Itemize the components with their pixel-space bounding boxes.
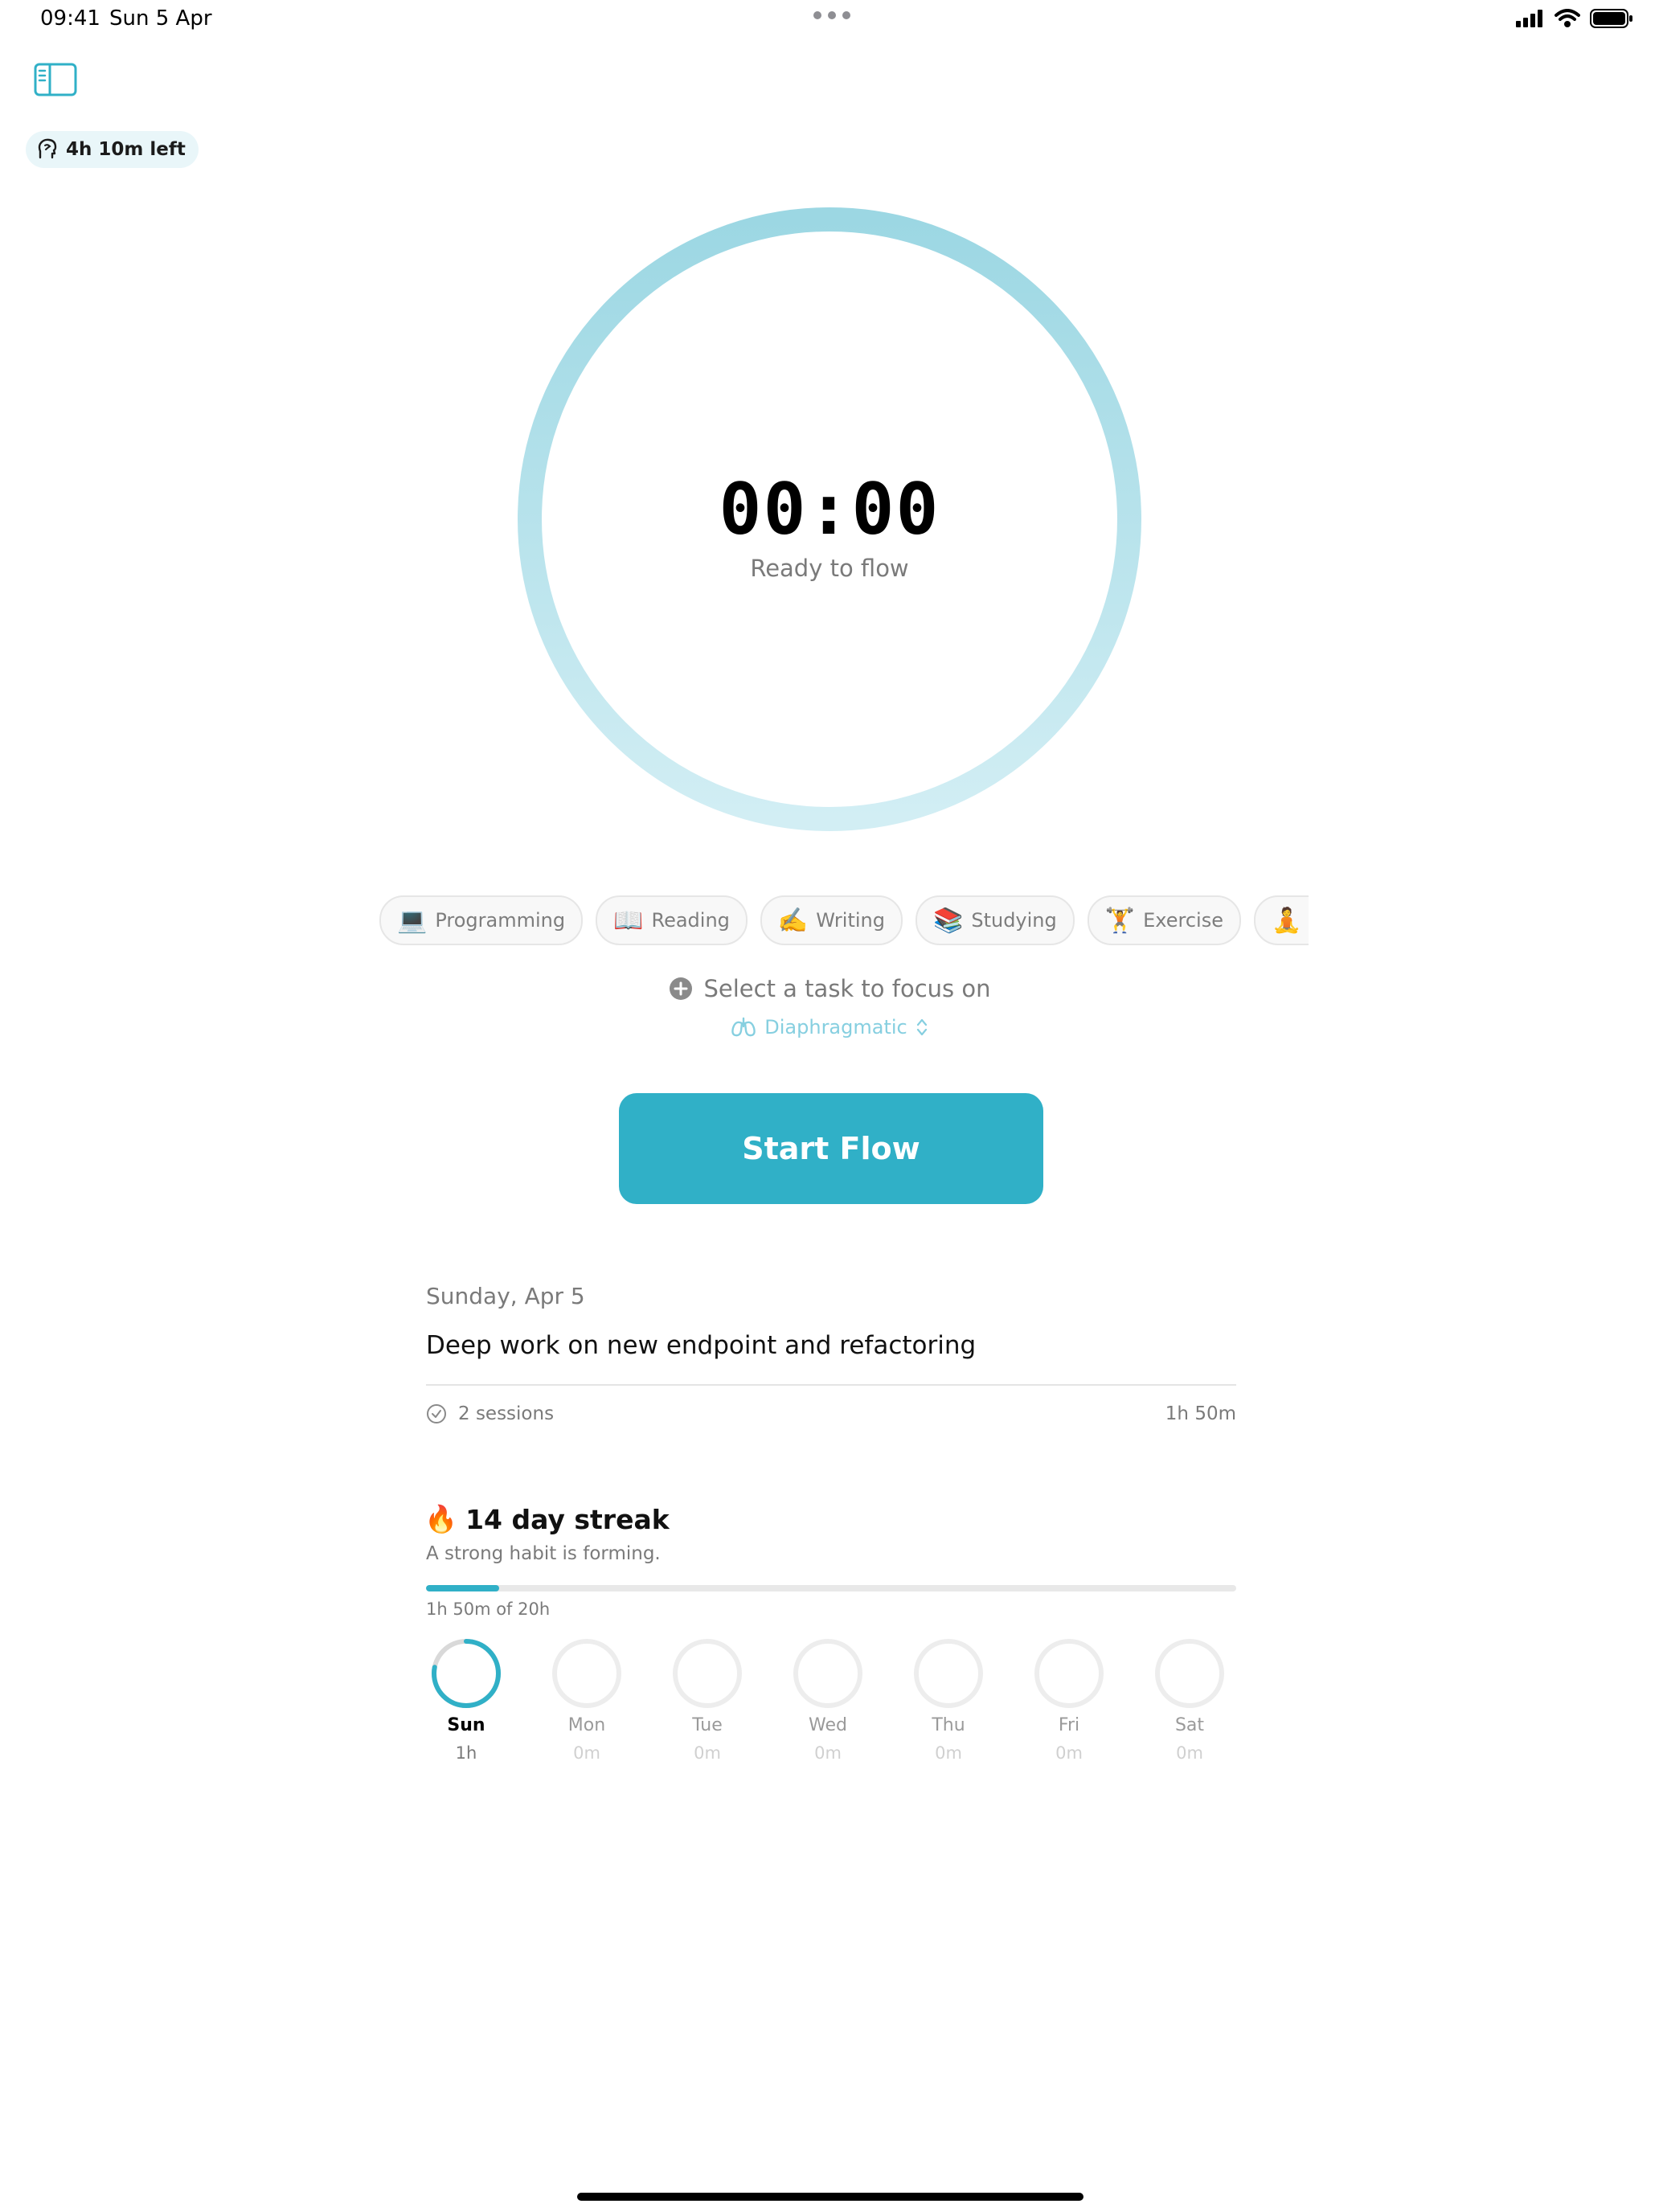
day-ring-track: [673, 1639, 742, 1708]
sidebar-icon: [34, 63, 77, 96]
day-progress-ring: [673, 1639, 742, 1708]
flame-icon: 🔥: [424, 1503, 458, 1534]
home-indicator[interactable]: [577, 2193, 1083, 2201]
status-date: Sun 5 Apr: [109, 6, 212, 31]
streak-title-label: 14 day streak: [465, 1503, 670, 1535]
day-column-wed[interactable]: Wed 0m: [788, 1636, 868, 1763]
day-summary-date: Sunday, Apr 5: [426, 1283, 585, 1309]
sidebar-toggle-button[interactable]: [34, 63, 77, 98]
category-chip[interactable]: 📖 Reading: [596, 895, 748, 945]
day-ring-track: [914, 1639, 983, 1708]
day-value: 0m: [1055, 1743, 1083, 1763]
day-name: Fri: [1058, 1715, 1080, 1735]
day-progress-ring: [552, 1639, 621, 1708]
category-emoji-icon: ✍️: [777, 906, 809, 935]
weekly-progress-bar: [426, 1585, 1236, 1591]
category-emoji-icon: 🧘: [1271, 906, 1302, 935]
checkmark-circle-icon: [427, 1404, 446, 1423]
day-column-fri[interactable]: Fri 0m: [1029, 1636, 1109, 1763]
weekly-progress-label: 1h 50m of 20h: [426, 1600, 551, 1619]
day-value: 0m: [573, 1743, 600, 1763]
brain-head-icon: [38, 138, 57, 159]
day-ring-track: [793, 1639, 862, 1708]
day-column-tue[interactable]: Tue 0m: [667, 1636, 748, 1763]
status-time: 09:41: [40, 6, 100, 31]
day-name: Wed: [809, 1715, 847, 1735]
category-chip-list[interactable]: 💻 Programming 📖 Reading ✍️ Writing 📚 Studying 🏋️…: [379, 895, 1309, 945]
day-column-sat[interactable]: Sat 0m: [1149, 1636, 1230, 1763]
day-progress-ring: [1034, 1639, 1104, 1708]
status-indicators: [1516, 8, 1633, 29]
day-name: Sun: [447, 1715, 485, 1735]
select-task-label: Select a task to focus on: [703, 975, 991, 1002]
category-emoji-icon: 📚: [932, 906, 964, 935]
remaining-time-pill[interactable]: 4h 10m left: [26, 131, 199, 168]
start-flow-button[interactable]: Start Flow: [619, 1093, 1043, 1204]
day-ring-track: [1034, 1639, 1104, 1708]
category-emoji-icon: 💻: [397, 906, 428, 935]
breathing-mode-label: Diaphragmatic: [764, 1016, 907, 1038]
select-task-button[interactable]: Select a task to focus on: [0, 975, 1659, 1002]
day-value: 0m: [814, 1743, 842, 1763]
day-column-thu[interactable]: Thu 0m: [908, 1636, 989, 1763]
wifi-icon: [1555, 9, 1580, 27]
day-ring-track: [1155, 1639, 1224, 1708]
day-progress-ring: [432, 1639, 501, 1708]
remaining-time-label: 4h 10m left: [66, 139, 186, 160]
day-total-time: 1h 50m: [1165, 1403, 1236, 1424]
day-name: Sat: [1174, 1715, 1205, 1735]
category-emoji-icon: 🏋️: [1104, 906, 1136, 935]
category-label: Writing: [816, 909, 885, 932]
day-summary-divider: [426, 1384, 1236, 1386]
day-name: Thu: [932, 1715, 965, 1735]
day-value: 0m: [694, 1743, 721, 1763]
streak-title: 🔥 14 day streak: [424, 1503, 670, 1535]
cellular-signal-icon: [1516, 10, 1542, 27]
category-label: Reading: [651, 909, 730, 932]
breathing-mode-selector[interactable]: Diaphragmatic: [0, 1016, 1659, 1038]
chevron-up-down-icon: [916, 1018, 927, 1036]
timer-display: 00:00: [719, 468, 940, 551]
day-sessions[interactable]: 2 sessions: [426, 1403, 554, 1424]
day-progress-ring: [914, 1639, 983, 1708]
day-value: 0m: [1176, 1743, 1203, 1763]
day-sessions-label: 2 sessions: [458, 1403, 555, 1424]
category-emoji-icon: 📖: [613, 906, 644, 935]
day-ring-track: [552, 1639, 621, 1708]
category-chip[interactable]: 🧘M: [1253, 895, 1309, 945]
lungs-icon: [731, 1017, 756, 1037]
streak-subtitle: A strong habit is forming.: [426, 1543, 661, 1564]
day-column-mon[interactable]: Mon 0m: [547, 1636, 627, 1763]
day-summary-title[interactable]: Deep work on new endpoint and refactorin…: [426, 1331, 976, 1360]
category-chip[interactable]: 💻 Programming: [379, 895, 584, 945]
day-progress-ring: [793, 1639, 862, 1708]
category-chip[interactable]: 🏋️ Exercise: [1087, 895, 1241, 945]
category-chip[interactable]: 📚 Studying: [915, 895, 1075, 945]
category-chip[interactable]: ✍️ Writing: [760, 895, 903, 945]
day-name: Tue: [692, 1715, 723, 1735]
day-value: 0m: [935, 1743, 962, 1763]
weekly-progress-fill: [426, 1585, 499, 1591]
category-label: Programming: [435, 909, 566, 932]
day-column-sun[interactable]: Sun 1h: [426, 1636, 506, 1763]
multitasking-dots-icon[interactable]: [813, 11, 850, 19]
timer-status: Ready to flow: [750, 555, 909, 582]
day-value: 1h: [455, 1743, 477, 1763]
plus-circle-icon: [669, 977, 692, 1000]
battery-icon: [1590, 9, 1632, 28]
category-label: Studying: [971, 909, 1057, 932]
day-progress-ring: [1155, 1639, 1224, 1708]
day-name: Mon: [567, 1715, 606, 1735]
category-label: Exercise: [1143, 909, 1223, 932]
